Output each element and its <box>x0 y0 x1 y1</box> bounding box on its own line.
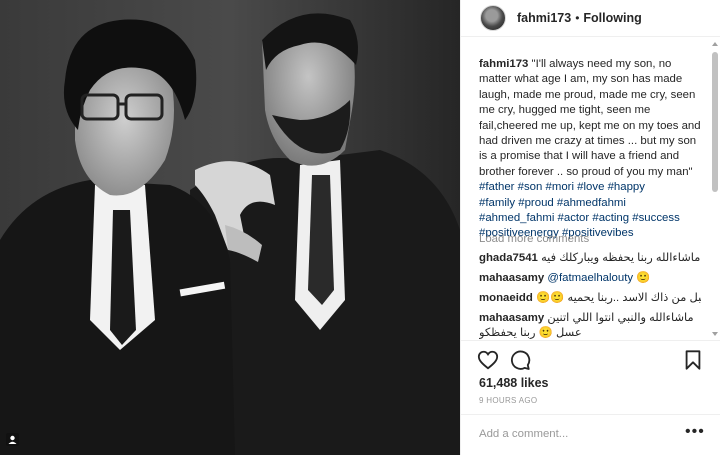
comment-item: mahaasamy ماشاءالله والنبي انتوا اللي ات… <box>479 311 701 340</box>
post-sidebar: fahmi173 • Following fahmi173 "I'll alwa… <box>460 0 720 455</box>
hashtag-link[interactable]: #love <box>577 181 604 193</box>
hashtag-link[interactable]: #family <box>479 197 515 209</box>
post-caption: fahmi173 "I'll always need my son, no ma… <box>479 57 701 242</box>
hashtag-link[interactable]: #father <box>479 181 514 193</box>
hashtag-link[interactable]: #ahmedfahmi <box>557 197 626 209</box>
likes-count[interactable]: 61,488 likes <box>479 376 549 390</box>
comment-author-link[interactable]: ghada7541 <box>479 252 538 264</box>
comments-scroll-area[interactable]: fahmi173 "I'll always need my son, no ma… <box>461 38 720 340</box>
caption-text: "I'll always need my son, no matter what… <box>479 58 704 178</box>
comments-scrollbar[interactable] <box>711 38 719 340</box>
caption-author-link[interactable]: fahmi173 <box>479 58 528 70</box>
hashtag-link[interactable]: #actor <box>558 212 590 224</box>
speech-bubble-icon[interactable] <box>509 349 531 371</box>
hashtag-link[interactable]: #mori <box>546 181 574 193</box>
heart-icon[interactable] <box>477 349 499 371</box>
hashtag-link[interactable]: #son <box>518 181 543 193</box>
hashtag-link[interactable]: #happy <box>608 181 645 193</box>
avatar[interactable] <box>480 5 506 31</box>
comment-author-link[interactable]: mahaasamy <box>479 272 544 284</box>
comment-text: هذا الشبل من ذاك الاسد ..ربنا يحميه 🙂🙂 <box>535 292 701 304</box>
comment-item: ghada7541 ماشاءالله ربنا يحفظه ويباركلك … <box>479 251 701 266</box>
comment-author-link[interactable]: monaeidd <box>479 292 533 304</box>
comment-input[interactable]: Add a comment... <box>479 428 568 440</box>
comment-author-link[interactable]: mahaasamy <box>479 312 544 324</box>
hashtag-link[interactable]: #proud <box>518 197 553 209</box>
separator-dot: • <box>575 11 580 25</box>
hashtag-link[interactable]: #success <box>632 212 679 224</box>
post-image <box>0 0 460 455</box>
post-header: fahmi173 • Following <box>461 0 720 37</box>
hashtag-link[interactable]: #acting <box>592 212 629 224</box>
comment-text: ماشاءالله ربنا يحفظه ويباركلك فيه <box>541 252 701 264</box>
scroll-down-arrow-icon[interactable] <box>712 332 718 336</box>
scrollbar-thumb[interactable] <box>712 52 718 192</box>
post-photo[interactable] <box>0 0 460 455</box>
comment-item: mahaasamy @fatmaelhalouty 🙂 <box>479 271 701 286</box>
following-button[interactable]: Following <box>583 11 641 25</box>
comment-item: monaeidd هذا الشبل من ذاك الاسد ..ربنا ي… <box>479 291 701 306</box>
bookmark-icon[interactable] <box>682 349 704 371</box>
post-actions <box>461 340 720 378</box>
username-link[interactable]: fahmi173 <box>517 11 571 25</box>
hashtag-link[interactable]: #ahmed_fahmi <box>479 212 554 224</box>
post-timestamp[interactable]: 9 HOURS AGO <box>479 396 537 405</box>
add-comment-bar: Add a comment... ••• <box>461 414 720 455</box>
scroll-up-arrow-icon[interactable] <box>712 42 718 46</box>
video-indicator-icon <box>6 433 19 446</box>
more-options-icon[interactable]: ••• <box>685 423 705 441</box>
comment-text[interactable]: @fatmaelhalouty 🙂 <box>547 272 650 284</box>
load-more-comments-button[interactable]: Load more comments <box>479 233 589 245</box>
